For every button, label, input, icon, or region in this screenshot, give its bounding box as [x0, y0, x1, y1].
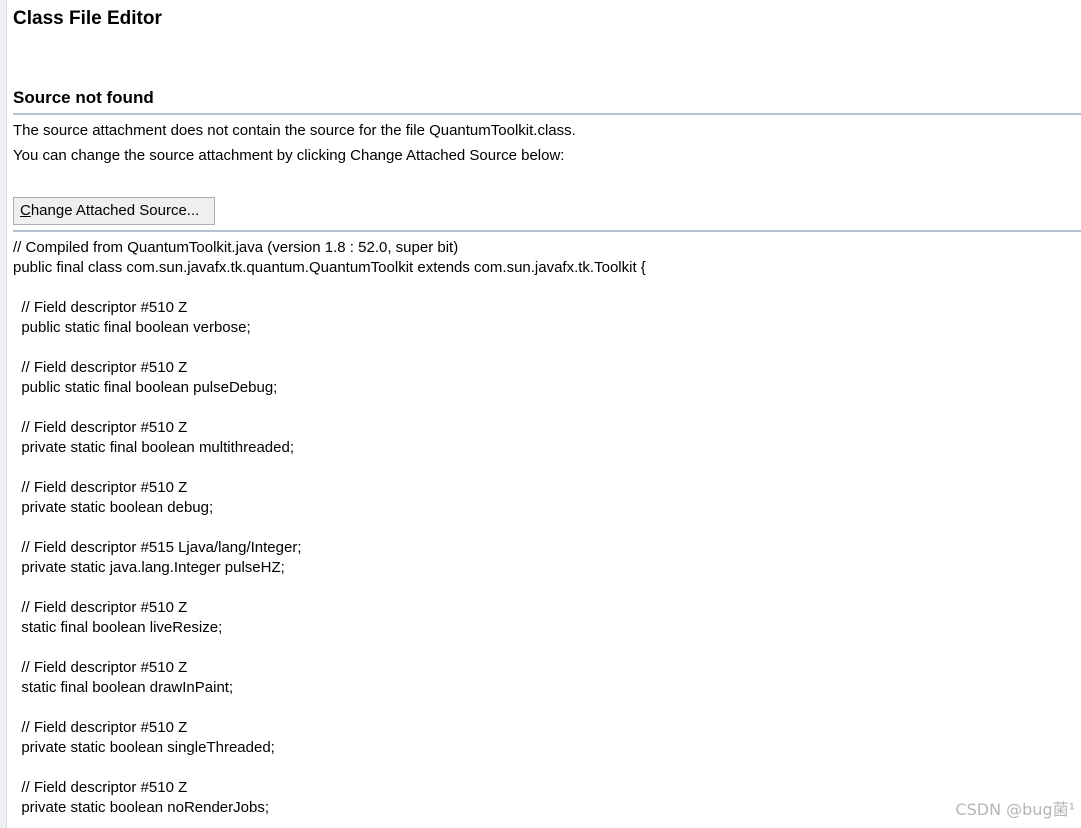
- code-line: // Field descriptor #510 Z: [13, 599, 188, 616]
- code-line: private static boolean debug;: [13, 499, 214, 516]
- source-missing-message: The source attachment does not contain t…: [13, 122, 576, 139]
- code-line: private static final boolean multithread…: [13, 439, 294, 456]
- button-label: hange Attached Source...: [30, 202, 200, 219]
- change-source-hint: You can change the source attachment by …: [13, 147, 565, 164]
- watermark: CSDN @bug菌¹: [955, 800, 1075, 819]
- code-line: private static java.lang.Integer pulseHZ…: [13, 559, 285, 576]
- code-line: public static final boolean pulseDebug;: [13, 379, 278, 396]
- bytecode-view[interactable]: // Compiled from QuantumToolkit.java (ve…: [13, 238, 1073, 828]
- code-separator: [13, 230, 1081, 232]
- code-line: // Field descriptor #510 Z: [13, 479, 188, 496]
- code-line: static final boolean liveResize;: [13, 619, 223, 636]
- code-line: // Compiled from QuantumToolkit.java (ve…: [13, 239, 459, 256]
- code-line: public static final boolean verbose;: [13, 319, 251, 336]
- change-attached-source-button[interactable]: Change Attached Source...: [13, 197, 215, 225]
- editor-left-border: [0, 0, 7, 828]
- code-line: // Field descriptor #510 Z: [13, 359, 188, 376]
- code-line: // Field descriptor #515 Ljava/lang/Inte…: [13, 539, 302, 556]
- source-not-found-heading: Source not found: [13, 88, 154, 107]
- editor-title: Class File Editor: [13, 8, 162, 29]
- code-line: private static boolean noRenderJobs;: [13, 799, 269, 816]
- code-line: // Field descriptor #510 Z: [13, 419, 188, 436]
- code-line: // Field descriptor #510 Z: [13, 779, 188, 796]
- code-line: // Field descriptor #510 Z: [13, 719, 188, 736]
- code-line: static final boolean drawInPaint;: [13, 679, 234, 696]
- heading-separator: [13, 113, 1081, 115]
- code-line: private static boolean singleThreaded;: [13, 739, 275, 756]
- button-mnemonic: C: [20, 202, 31, 219]
- code-line: // Field descriptor #510 Z: [13, 659, 188, 676]
- code-line: // Field descriptor #510 Z: [13, 299, 188, 316]
- code-line: public final class com.sun.javafx.tk.qua…: [13, 259, 646, 276]
